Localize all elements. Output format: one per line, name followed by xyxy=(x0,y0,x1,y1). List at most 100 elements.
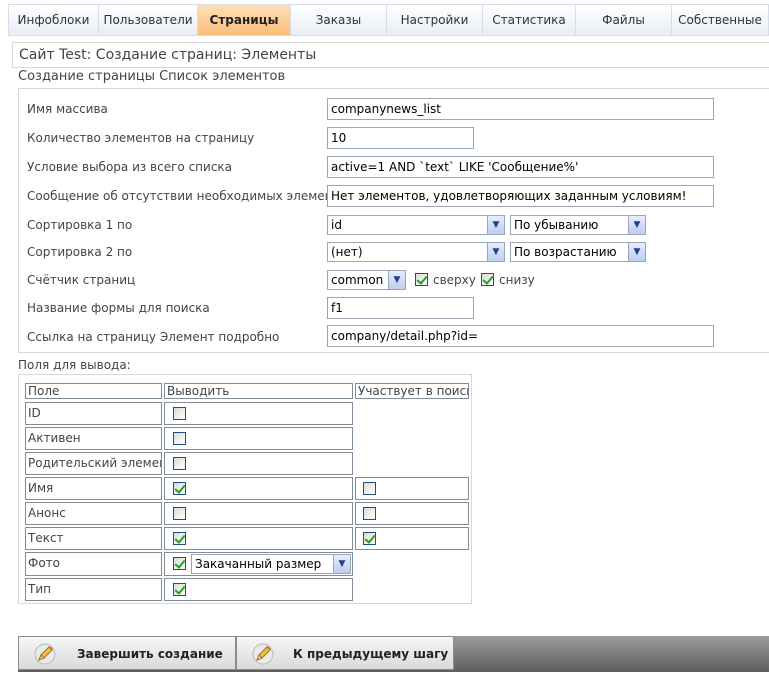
empty-message-label: Сообщение об отсутствии необходимых элем… xyxy=(27,189,354,203)
field-name-cell: Активен xyxy=(25,427,162,450)
per-page-label: Количество элементов на страницу xyxy=(27,131,255,145)
header-search: Участвует в поиске xyxy=(355,383,469,399)
condition-label: Условие выбора из всего списка xyxy=(27,160,233,174)
show-cell: Закачанный размер ▼ xyxy=(164,552,353,576)
chevron-down-icon[interactable]: ▼ xyxy=(487,243,504,261)
tab-settings[interactable]: Настройки xyxy=(387,5,483,35)
tab-infoblocks[interactable]: Инфоблоки xyxy=(9,5,99,35)
page-title: Сайт Test: Создание страниц: Элементы xyxy=(12,42,769,68)
search-checkbox[interactable] xyxy=(363,482,376,495)
fields-section-label: Поля для вывода: xyxy=(18,358,131,372)
show-checkbox[interactable] xyxy=(173,407,186,420)
search-cell xyxy=(355,477,469,500)
photo-size-select[interactable]: Закачанный размер ▼ xyxy=(191,554,351,574)
tab-custom[interactable]: Собственные xyxy=(672,5,768,35)
show-cell xyxy=(164,427,353,450)
pager-bottom-label: снизу xyxy=(499,272,535,287)
back-button[interactable]: К предыдущему шагу xyxy=(236,636,454,670)
chevron-down-icon[interactable]: ▼ xyxy=(628,216,645,234)
sort2-field-select[interactable]: (нет) ▼ xyxy=(327,242,505,262)
settings-form: Имя массива companynews_list Количество … xyxy=(18,88,769,353)
field-name-cell: Текст xyxy=(25,527,162,550)
sort1-field-select[interactable]: id ▼ xyxy=(327,215,505,235)
field-name-cell: Тип xyxy=(25,578,162,601)
show-cell xyxy=(164,452,353,475)
finish-button[interactable]: Завершить создание xyxy=(18,636,236,670)
sort1-label: Сортировка 1 по xyxy=(27,218,133,232)
field-name-cell: Анонс xyxy=(25,502,162,525)
show-checkbox[interactable] xyxy=(173,557,186,570)
chevron-down-icon[interactable]: ▼ xyxy=(628,243,645,261)
tab-pages[interactable]: Страницы xyxy=(198,5,291,35)
array-name-row: Имя массива companynews_list xyxy=(19,96,769,122)
pager-bottom-option: снизу xyxy=(481,272,535,287)
show-checkbox[interactable] xyxy=(173,583,186,596)
empty-message-input[interactable]: Нет элементов, удовлетворяющих заданным … xyxy=(327,185,714,207)
sort2-row: Сортировка 2 по (нет) ▼ По возрастанию ▼ xyxy=(19,239,769,265)
show-cell xyxy=(164,502,353,525)
detail-link-input[interactable]: company/detail.php?id= xyxy=(327,325,714,347)
header-field: Поле xyxy=(25,383,162,399)
sort2-label: Сортировка 2 по xyxy=(27,245,133,259)
field-name-cell: Фото xyxy=(25,552,162,576)
pager-label: Счётчик страниц xyxy=(27,273,136,287)
sort2-order-select[interactable]: По возрастанию ▼ xyxy=(510,242,646,262)
show-checkbox[interactable] xyxy=(173,432,186,445)
tab-files[interactable]: Файлы xyxy=(576,5,672,35)
chevron-down-icon[interactable]: ▼ xyxy=(388,271,405,289)
photo-size-value: Закачанный размер xyxy=(195,557,322,571)
chevron-down-icon[interactable]: ▼ xyxy=(487,216,504,234)
field-name-cell: ID xyxy=(25,402,162,425)
show-checkbox[interactable] xyxy=(173,457,186,470)
search-checkbox[interactable] xyxy=(363,532,376,545)
per-page-row: Количество элементов на страницу 10 xyxy=(19,125,769,151)
field-name-cell: Имя xyxy=(25,477,162,500)
detail-link-row: Ссылка на страницу Элемент подробно comp… xyxy=(19,324,769,350)
field-name-cell: Родительский элемент xyxy=(25,452,162,475)
search-checkbox[interactable] xyxy=(363,507,376,520)
show-cell xyxy=(164,578,353,601)
detail-link-label: Ссылка на страницу Элемент подробно xyxy=(27,330,280,344)
sort1-row: Сортировка 1 по id ▼ По убыванию ▼ xyxy=(19,212,769,238)
section-title: Создание страницы Список элементов xyxy=(18,69,286,84)
show-cell xyxy=(164,477,353,500)
per-page-input[interactable]: 10 xyxy=(327,127,474,149)
header-show: Выводить xyxy=(164,383,353,399)
show-checkbox[interactable] xyxy=(173,482,186,495)
pencil-icon xyxy=(252,643,274,665)
chevron-down-icon[interactable]: ▼ xyxy=(333,555,350,573)
back-button-label: К предыдущему шагу xyxy=(293,647,449,661)
tab-orders[interactable]: Заказы xyxy=(291,5,387,35)
condition-input[interactable]: active=1 AND `text` LIKE 'Сообщение%' xyxy=(327,156,714,178)
pager-value: common xyxy=(331,273,384,287)
sort2-field-value: (нет) xyxy=(331,245,363,259)
tab-users[interactable]: Пользователи xyxy=(99,5,198,35)
show-cell xyxy=(164,527,353,550)
condition-row: Условие выбора из всего списка active=1 … xyxy=(19,154,769,180)
search-form-label: Название формы для поиска xyxy=(27,301,210,315)
array-name-label: Имя массива xyxy=(27,102,108,116)
search-cell xyxy=(355,527,469,550)
show-checkbox[interactable] xyxy=(173,532,186,545)
top-tab-bar: Инфоблоки Пользователи Страницы Заказы Н… xyxy=(8,4,769,36)
pager-bottom-checkbox[interactable] xyxy=(481,273,494,286)
sort2-order-value: По возрастанию xyxy=(514,245,617,259)
pager-top-checkbox[interactable] xyxy=(415,273,428,286)
sort1-order-select[interactable]: По убыванию ▼ xyxy=(510,215,646,235)
tab-statistics[interactable]: Статистика xyxy=(483,5,576,35)
show-checkbox[interactable] xyxy=(173,507,186,520)
pager-row: Счётчик страниц common ▼ сверху снизу xyxy=(19,267,769,293)
pencil-icon xyxy=(34,643,56,665)
finish-button-label: Завершить создание xyxy=(77,647,223,661)
sort1-field-value: id xyxy=(331,218,342,232)
search-cell xyxy=(355,502,469,525)
search-form-input[interactable]: f1 xyxy=(327,297,474,319)
pager-select[interactable]: common ▼ xyxy=(327,270,406,290)
sort1-order-value: По убыванию xyxy=(514,218,599,232)
pager-top-option: сверху xyxy=(415,272,476,287)
empty-message-row: Сообщение об отсутствии необходимых элем… xyxy=(19,183,769,209)
array-name-input[interactable]: companynews_list xyxy=(327,98,714,120)
show-cell xyxy=(164,402,353,425)
bottom-action-bar: Завершить создание К предыдущему шагу xyxy=(18,636,769,672)
pager-top-label: сверху xyxy=(433,272,476,287)
